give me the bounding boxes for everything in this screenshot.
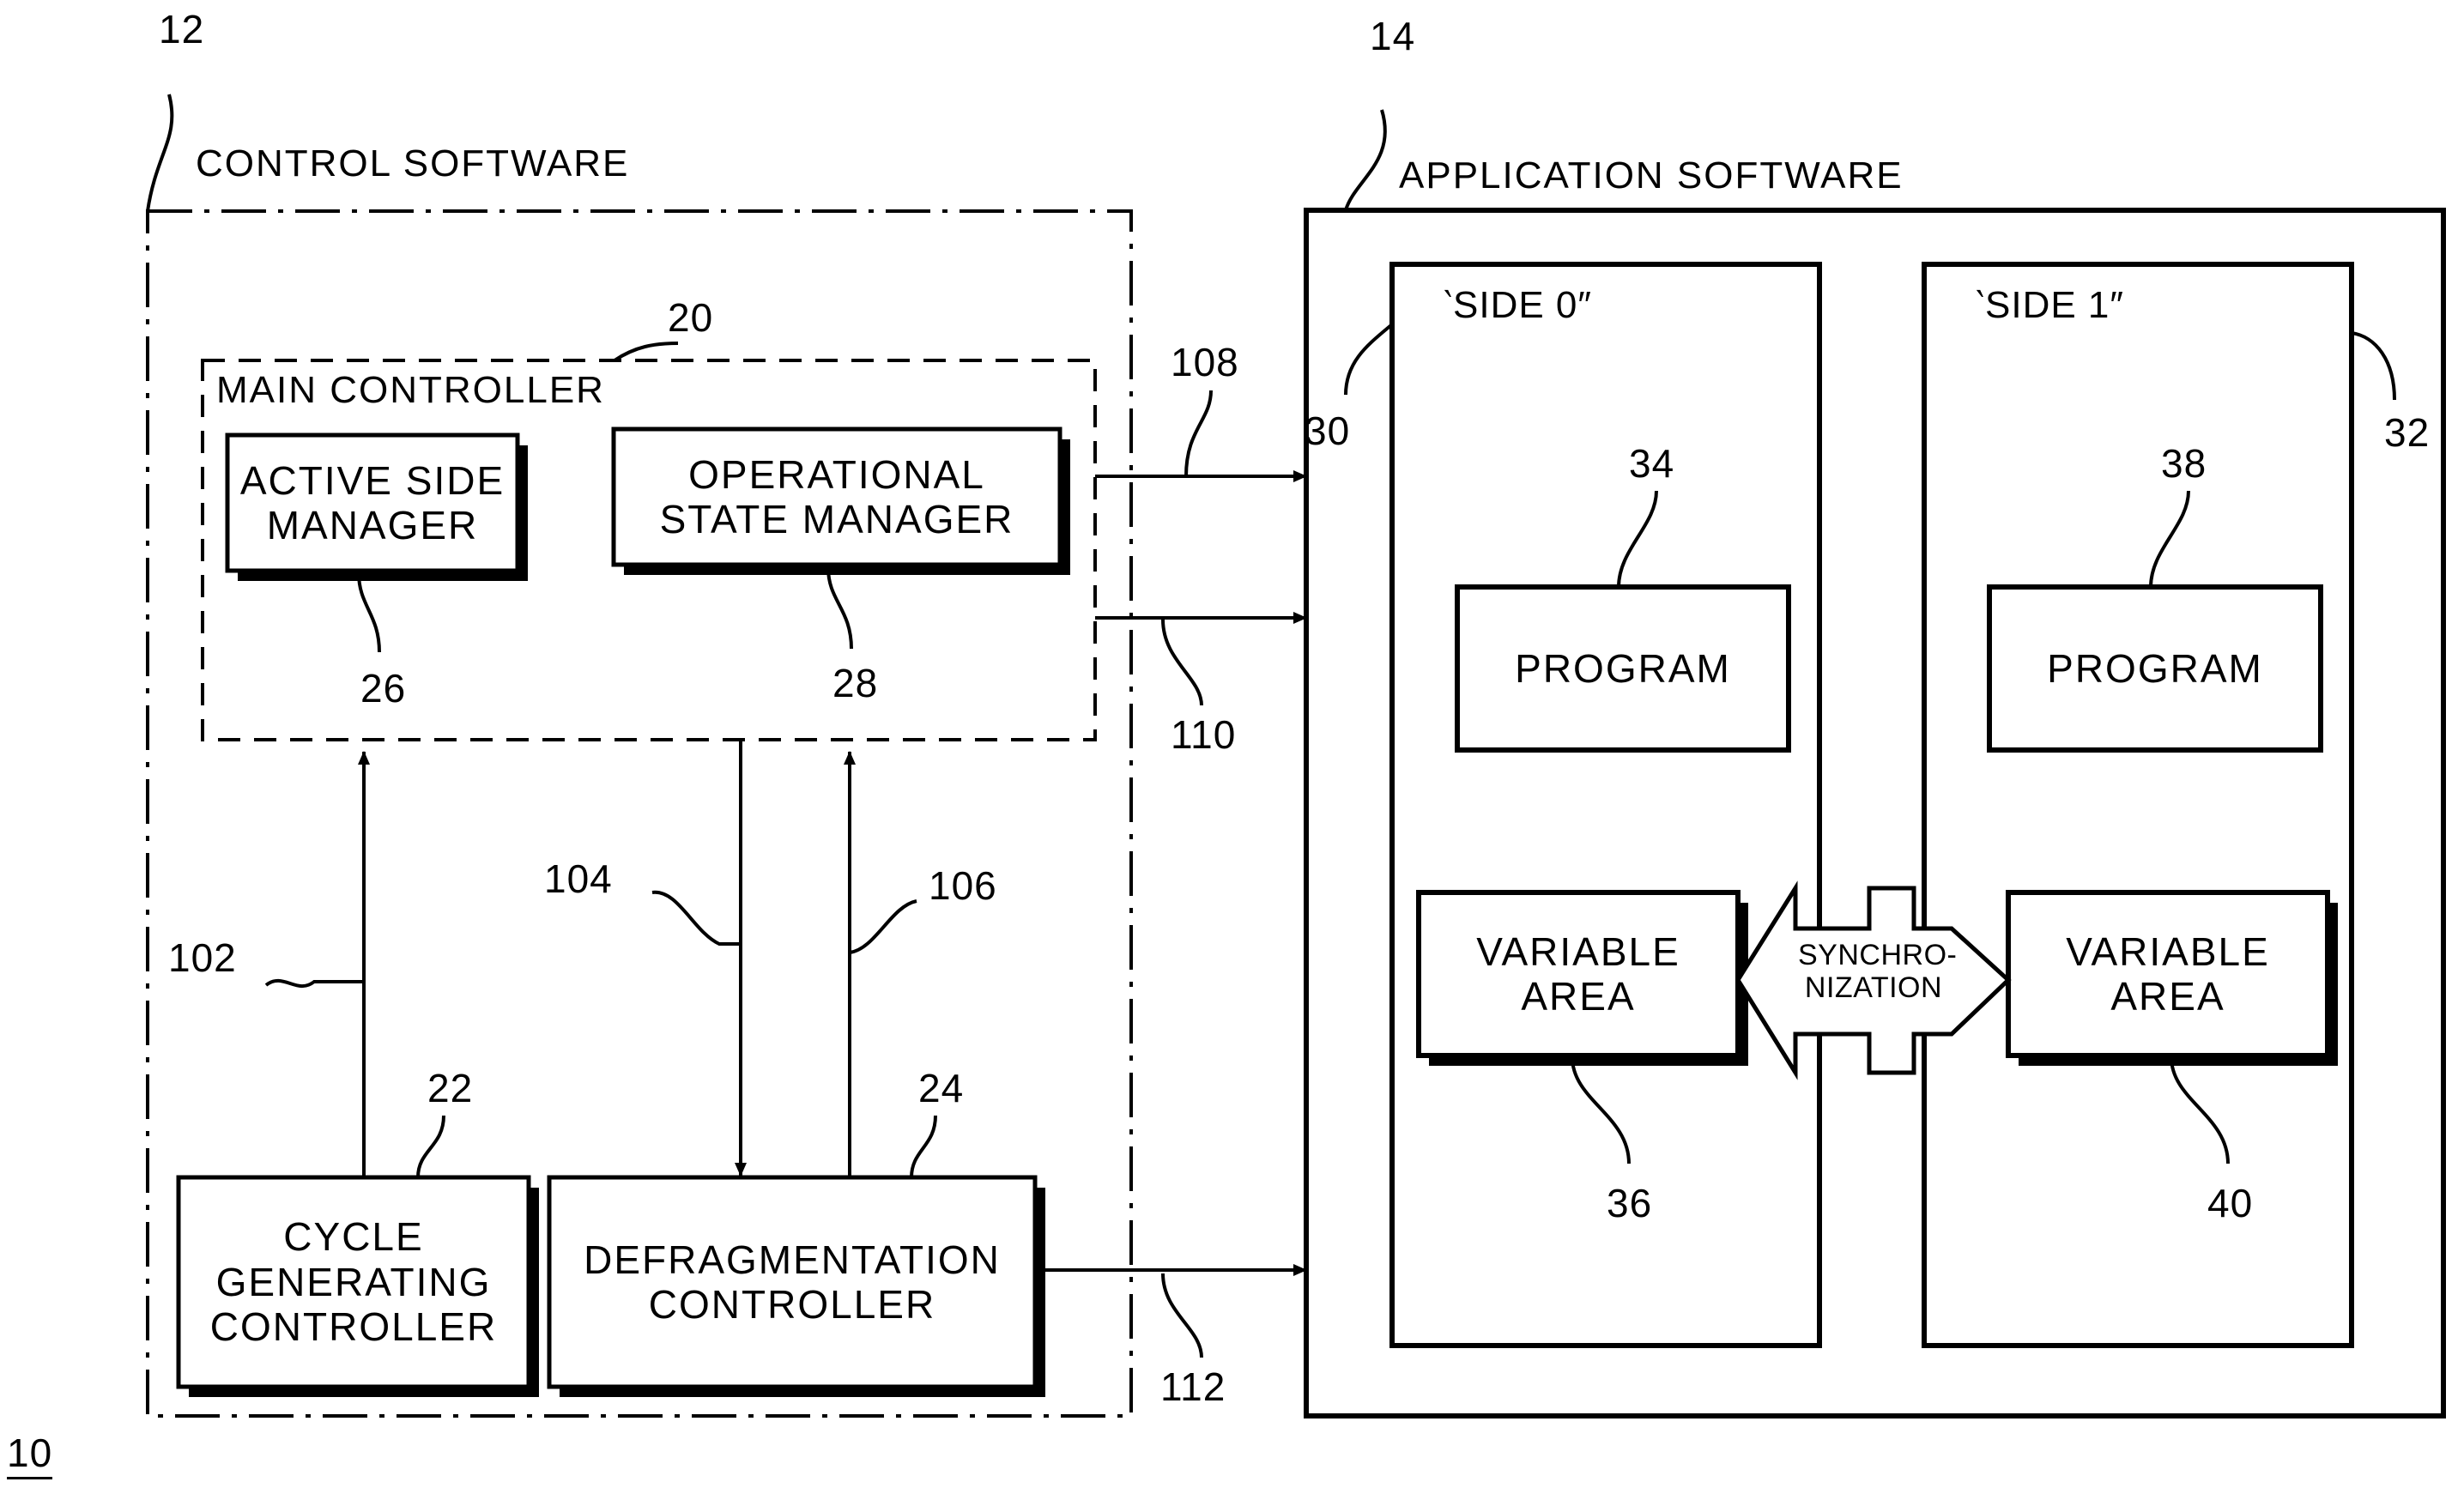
- ref-number-40: 40: [2207, 1181, 2254, 1225]
- ref-number-110: 110: [1171, 712, 1237, 757]
- ref-leader-20: [613, 342, 679, 362]
- ref-leader-40: [2170, 1056, 2230, 1164]
- ref-number-34: 34: [1629, 441, 1675, 486]
- side1-panel: [1922, 262, 2354, 1348]
- connector-104: [651, 741, 747, 1176]
- synchronization-label: SYNCHRO- NIZATION: [1798, 939, 1958, 1005]
- ref-leader-12: [146, 94, 174, 212]
- ref-number-24: 24: [918, 1066, 965, 1110]
- ref-leader-30: [1344, 323, 1394, 396]
- ref-leader-32: [2351, 331, 2396, 401]
- ref-number-102: 102: [168, 935, 237, 980]
- side0-panel: [1389, 262, 1822, 1348]
- ref-number-28: 28: [832, 661, 879, 705]
- ref-leader-28: [826, 567, 853, 650]
- side0-panel-title: ‵SIDE 0″: [1444, 284, 1592, 326]
- ref-leader-14: [1344, 109, 1387, 211]
- ref-number-12: 12: [159, 7, 205, 51]
- ref-number-36: 36: [1607, 1181, 1653, 1225]
- active-side-manager-label: ACTIVE SIDE MANAGER: [239, 457, 506, 547]
- ref-number-112: 112: [1160, 1364, 1226, 1409]
- ref-leader-24: [910, 1115, 937, 1178]
- variable-area-side1-label: VARIABLE AREA: [2066, 928, 2270, 1019]
- ref-number-30: 30: [1305, 408, 1351, 453]
- ref-leader-38: [2149, 490, 2190, 588]
- patent-figure: 10 CONTROL SOFTWARE 12 APPLICATION SOFTW…: [0, 0, 2464, 1488]
- ref-number-20: 20: [668, 295, 714, 340]
- connector-112: [1035, 1264, 1307, 1358]
- ref-number-38: 38: [2161, 441, 2207, 486]
- application-software-boundary: [1304, 208, 2446, 1418]
- defragmentation-controller-label: DEFRAGMENTATION CONTROLLER: [584, 1237, 1001, 1327]
- side1-panel-title: ‵SIDE 1″: [1976, 284, 2124, 326]
- program-side0-label: PROGRAM: [1515, 645, 1731, 691]
- ref-number-26: 26: [360, 666, 407, 711]
- program-side1-label: PROGRAM: [2047, 645, 2263, 691]
- connector-110: [1095, 612, 1307, 706]
- ref-number-22: 22: [427, 1066, 474, 1110]
- ref-leader-22: [416, 1115, 445, 1178]
- ref-leader-26: [357, 572, 381, 653]
- connector-106: [844, 751, 917, 1177]
- connector-108: [1095, 390, 1307, 482]
- ref-number-108: 108: [1171, 340, 1239, 384]
- ref-number-14: 14: [1370, 14, 1416, 58]
- cycle-generating-controller-label: CYCLE GENERATING CONTROLLER: [209, 1214, 498, 1350]
- ref-number-104: 104: [544, 856, 613, 901]
- ref-leader-36: [1571, 1056, 1631, 1164]
- figure-number: 10: [7, 1430, 53, 1479]
- application-software-title: APPLICATION SOFTWARE: [1399, 154, 1904, 197]
- ref-number-32: 32: [2384, 410, 2431, 455]
- control-software-title: CONTROL SOFTWARE: [196, 142, 630, 184]
- connector-102: [264, 751, 370, 1177]
- ref-leader-34: [1617, 490, 1658, 588]
- ref-number-106: 106: [929, 863, 997, 908]
- main-controller-title: MAIN CONTROLLER: [216, 369, 605, 411]
- variable-area-side0-label: VARIABLE AREA: [1476, 928, 1680, 1019]
- operational-state-manager-label: OPERATIONAL STATE MANAGER: [659, 451, 1014, 541]
